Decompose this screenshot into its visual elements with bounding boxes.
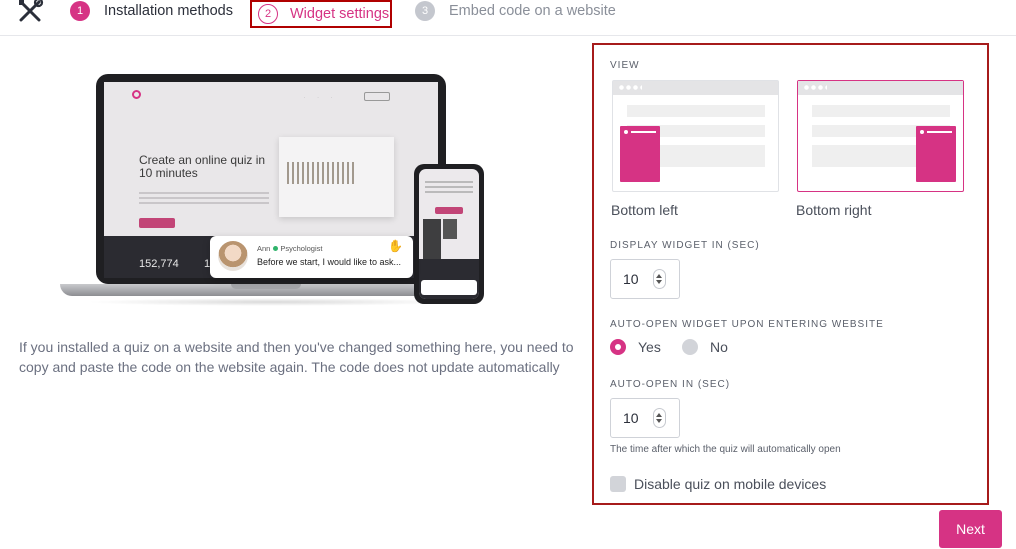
step-number: 1 [70,1,90,21]
widget-preview [916,126,956,182]
radio-label: No [710,339,728,355]
laptop-shadow [86,298,456,306]
phone-headline [425,181,473,193]
view-option-bottom-left[interactable] [612,80,779,192]
laptop-headline: Create an online quiz in 10 minutes [139,153,266,180]
radio-label: Yes [638,339,661,355]
phone-display [419,169,479,299]
laptop-nav-button [364,92,390,101]
info-text: If you installed a quiz on a website and… [19,339,574,375]
step-label: Installation methods [104,3,233,19]
phone-image-small [443,219,457,239]
step-label: Widget settings [290,6,390,22]
online-dot-icon [273,246,279,251]
phone-cta-button [435,207,463,214]
laptop-stat-1: 152,774 [139,258,179,270]
quiz-logo-icon [132,90,141,99]
window-dots-icon [618,85,642,90]
chat-bubble: Ann Psychologist Before we start, I would… [210,236,413,278]
laptop-quiz-grid [287,162,357,184]
browser-bar [613,81,778,95]
waving-hand-icon: ✋ [388,239,403,253]
phone-chat-bubble [421,280,477,295]
auto-open-label: AUTO-OPEN WIDGET UPON ENTERING WEBSITE [610,319,884,330]
steps-bar: 1 Installation methods 2 Widget settings… [0,0,1016,36]
avatar [218,241,248,271]
window-dots-icon [803,85,827,90]
view-option-label[interactable]: Bottom left [611,202,678,218]
step-number: 3 [415,1,435,21]
auto-open-in-label: AUTO-OPEN IN (SEC) [610,379,731,390]
placeholder-line [812,105,950,117]
auto-open-yes-radio[interactable]: Yes [610,339,661,355]
placeholder-line [627,105,765,117]
device-preview-illustration: · · · Create an online quiz in 10 minutes … [56,70,488,310]
auto-open-seconds-input[interactable]: 10 [610,398,680,438]
laptop-paragraph [139,192,269,206]
step-installation-methods[interactable]: 1 Installation methods [70,0,233,22]
phone-image [423,219,441,264]
checkbox-label: Disable quiz on mobile devices [634,476,827,492]
widget-settings-panel: VIEW Bottom left Bottom right DISPLAY WI… [592,43,989,505]
stepper-icon[interactable] [653,408,666,428]
radio-unselected-icon [682,339,698,355]
input-value: 10 [623,271,639,287]
laptop-nav-menu: · · · [304,95,333,100]
view-option-label[interactable]: Bottom right [796,202,871,218]
input-value: 10 [623,410,639,426]
display-widget-seconds-input[interactable]: 10 [610,259,680,299]
stepper-icon[interactable] [653,269,666,289]
laptop-cta-button [139,218,175,228]
view-label: VIEW [610,60,640,71]
chat-author-name: Ann [257,244,271,253]
step-embed-code[interactable]: 3 Embed code on a website [415,0,616,22]
auto-open-no-radio[interactable]: No [682,339,728,355]
tools-icon[interactable] [18,0,44,22]
auto-open-hint: The time after which the quiz will autom… [610,444,841,455]
chat-author-role: Psychologist [280,244,323,253]
display-widget-label: DISPLAY WIDGET IN (SEC) [610,240,760,251]
laptop-notch [231,284,301,289]
chat-author: Ann Psychologist [257,244,322,253]
view-option-bottom-right[interactable] [797,80,964,192]
checkbox-icon[interactable] [610,476,626,492]
widget-preview [620,126,660,182]
disable-mobile-checkbox[interactable]: Disable quiz on mobile devices [610,476,826,492]
radio-selected-icon [610,339,626,355]
browser-bar [798,81,963,95]
chat-message: Before we start, I would like to ask... [257,257,402,267]
step-label: Embed code on a website [449,3,616,19]
step-number: 2 [258,4,278,24]
step-widget-settings[interactable]: 2 Widget settings [250,0,392,28]
next-button[interactable]: Next [939,510,1002,548]
